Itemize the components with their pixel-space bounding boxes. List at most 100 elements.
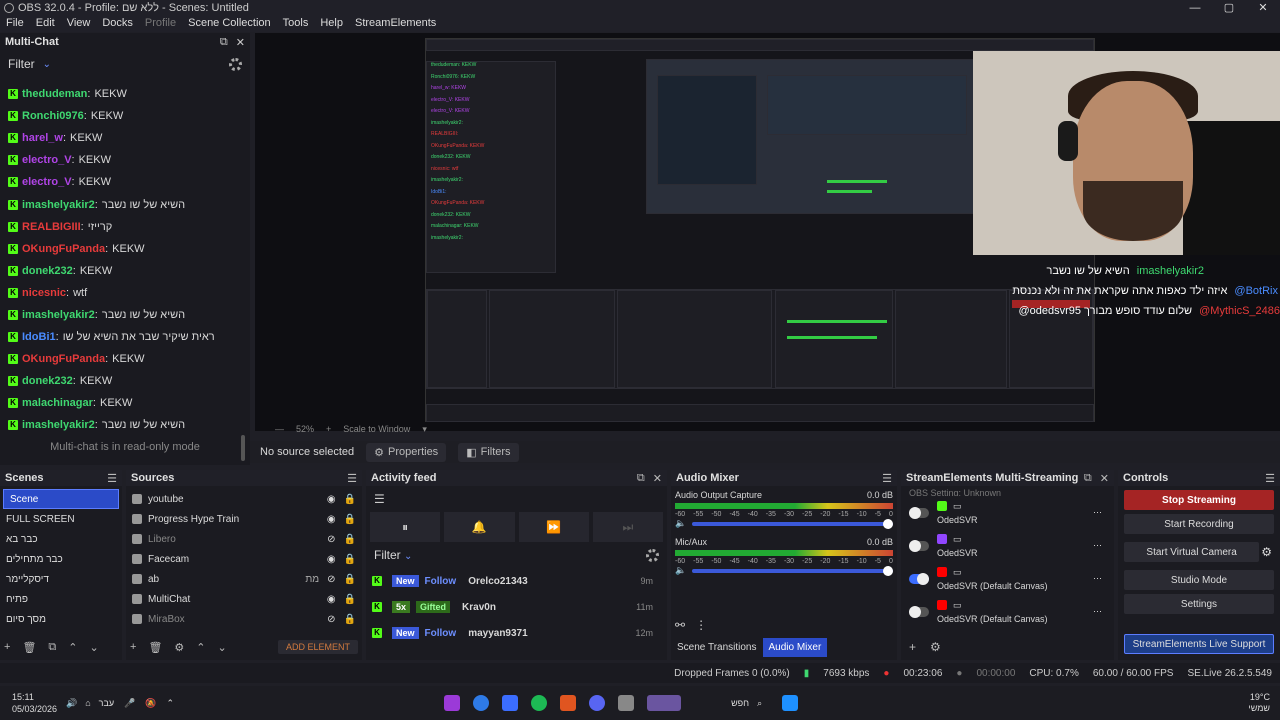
more-icon[interactable]: ⋯ <box>1093 606 1102 617</box>
stream-toggle[interactable] <box>909 539 929 552</box>
stream-toggle[interactable] <box>909 506 929 519</box>
pause-button[interactable]: ⏸ <box>370 512 441 542</box>
lock-icon[interactable]: 🔒 <box>344 494 356 505</box>
scale-to-window-label[interactable]: Scale to Window <box>343 424 410 438</box>
stream-toggle[interactable] <box>909 572 929 585</box>
game-app-icon[interactable] <box>647 695 682 711</box>
source-item[interactable]: MultiChat ◉ 🔒 <box>126 589 362 609</box>
chat-username[interactable]: imashelyakir2 <box>22 309 95 321</box>
skip-end-button[interactable]: ⏭ <box>592 512 663 542</box>
float-icon[interactable]: ⧉ <box>220 36 228 49</box>
gear-icon[interactable]: ⚙ <box>930 640 941 654</box>
discord-icon[interactable] <box>589 695 606 711</box>
chat-username[interactable]: thedudeman <box>22 88 87 100</box>
scene-item[interactable]: כבר בא <box>0 529 122 549</box>
float-icon[interactable]: ⧉ <box>1084 472 1092 485</box>
eye-icon[interactable]: ◉ <box>327 514 336 525</box>
link-icon[interactable]: ⚯ <box>675 618 685 632</box>
scene-item[interactable]: דיסקליימר <box>0 569 122 589</box>
chat-username[interactable]: OKungFuPanda <box>22 243 105 255</box>
chat-username[interactable]: nicesnic <box>22 287 66 299</box>
eye-icon[interactable]: ◉ <box>327 554 336 565</box>
chat-username[interactable]: malachinagar <box>22 397 93 409</box>
spotify-icon[interactable] <box>531 695 548 711</box>
file-explorer-icon[interactable] <box>618 695 635 711</box>
skip-button[interactable]: ⏩ <box>518 512 589 542</box>
lock-icon[interactable]: 🔒 <box>344 614 356 625</box>
apps-grid-icon[interactable] <box>502 695 519 711</box>
hamburger-icon[interactable]: ☰ <box>366 486 667 512</box>
lock-icon[interactable]: 🔒 <box>344 574 356 585</box>
more-icon[interactable]: ⋯ <box>1093 507 1102 518</box>
gear-icon[interactable]: ⚙ <box>1261 545 1272 559</box>
chat-username[interactable]: imashelyakir2 <box>22 199 95 211</box>
stream-toggle[interactable] <box>909 605 929 618</box>
arrow-down-icon[interactable]: ⌄ <box>89 641 98 654</box>
chat-username[interactable]: electro_V <box>22 154 72 166</box>
live-support-button[interactable]: StreamElements Live Support <box>1124 634 1274 654</box>
properties-button[interactable]: ⚙ Properties <box>366 442 447 462</box>
more-icon[interactable]: ⋮ <box>695 618 707 632</box>
taskbar-search[interactable]: חפש ⌕ <box>731 698 762 709</box>
preview-canvas[interactable]: thedudeman: KEKW Ronchi0976: KEKW harel_… <box>255 33 1280 431</box>
source-item[interactable]: ab מת ⊘ 🔒 <box>126 569 362 589</box>
gear-icon[interactable] <box>646 548 659 562</box>
menu-file[interactable]: File <box>0 16 30 32</box>
chat-message-list[interactable]: Kthedudeman: KEKW K Ronchi0976: KEKW Kharel_w… <box>0 83 240 433</box>
more-icon[interactable]: ⋯ <box>1093 540 1102 551</box>
eye-off-icon[interactable]: ⊘ <box>327 614 335 625</box>
eye-off-icon[interactable]: ⊘ <box>327 574 335 585</box>
minimize-button[interactable]: — <box>1178 0 1212 16</box>
streamdeck-icon[interactable] <box>560 695 577 711</box>
close-icon[interactable]: ✕ <box>236 36 245 49</box>
windows-start-icon[interactable] <box>782 695 799 711</box>
add-source-icon[interactable]: + <box>130 641 136 653</box>
eye-off-icon[interactable]: ⊘ <box>327 534 335 545</box>
menu-icon[interactable]: ☰ <box>347 472 357 485</box>
chat-username[interactable]: donek232 <box>22 375 73 387</box>
menu-icon[interactable]: ☰ <box>882 472 892 485</box>
scene-item[interactable]: Scene <box>3 489 119 509</box>
speaker-icon[interactable]: 🔈 <box>675 518 686 529</box>
float-icon[interactable]: ⧉ <box>637 472 645 485</box>
menu-tools[interactable]: Tools <box>277 16 315 32</box>
chevron-down-icon[interactable]: ▾ <box>422 424 427 438</box>
settings-button[interactable]: Settings <box>1124 594 1274 614</box>
feed-item[interactable]: K 5x Gifted Krav0n 11m <box>366 594 667 620</box>
source-item[interactable]: Progress Hype Train ◉ 🔒 <box>126 509 362 529</box>
add-icon[interactable]: + <box>909 640 916 654</box>
chat-username[interactable]: REALBIGIII <box>22 221 81 233</box>
feed-list[interactable]: K New Follow Orelco21343 9m K 5x Gifted Krav0n 11… <box>366 568 667 646</box>
source-item[interactable]: Facecam ◉ 🔒 <box>126 549 362 569</box>
lock-icon[interactable]: 🔒 <box>344 514 356 525</box>
more-icon[interactable]: ⋯ <box>1093 573 1102 584</box>
plus-icon[interactable]: + <box>326 424 331 438</box>
lock-icon[interactable]: 🔒 <box>344 594 356 605</box>
arrow-down-icon[interactable]: ⌄ <box>218 641 227 654</box>
tray-chevron-icon[interactable]: ⌃ <box>167 698 175 709</box>
close-button[interactable]: ✕ <box>1246 0 1280 16</box>
menu-view[interactable]: View <box>61 16 97 32</box>
speaker-icon[interactable]: 🔈 <box>675 565 686 576</box>
chat-username[interactable]: Ronchi0976 <box>22 110 84 122</box>
eye-icon[interactable]: ◉ <box>327 494 336 505</box>
lock-icon[interactable]: 🔒 <box>344 554 356 565</box>
filter-dropdown[interactable]: Filter ⌄ <box>8 57 51 71</box>
menu-profile[interactable]: Profile <box>139 16 182 32</box>
bell-icon[interactable]: 🔔 <box>444 512 515 542</box>
add-scene-icon[interactable]: + <box>4 641 10 653</box>
feed-item[interactable]: K New Follow mayyan9371 12m <box>366 620 667 646</box>
start-recording-button[interactable]: Start Recording <box>1124 514 1274 534</box>
chat-username[interactable]: harel_w <box>22 132 63 144</box>
source-item[interactable]: Libero ⊘ 🔒 <box>126 529 362 549</box>
scene-item[interactable]: FULL SCREEN <box>0 509 122 529</box>
trash-icon[interactable]: 🗑 <box>22 641 36 654</box>
source-item[interactable]: youtube ◉ 🔒 <box>126 489 362 509</box>
menu-icon[interactable]: ☰ <box>1265 472 1275 485</box>
chat-username[interactable]: donek232 <box>22 265 73 277</box>
start-virtual-camera-button[interactable]: Start Virtual Camera <box>1124 542 1260 562</box>
mic-icon[interactable]: 🎤 <box>124 698 135 709</box>
scene-item[interactable]: פתיח <box>0 589 122 609</box>
close-icon[interactable]: ✕ <box>653 472 662 485</box>
volume-icon[interactable]: 🔊 <box>66 698 77 709</box>
